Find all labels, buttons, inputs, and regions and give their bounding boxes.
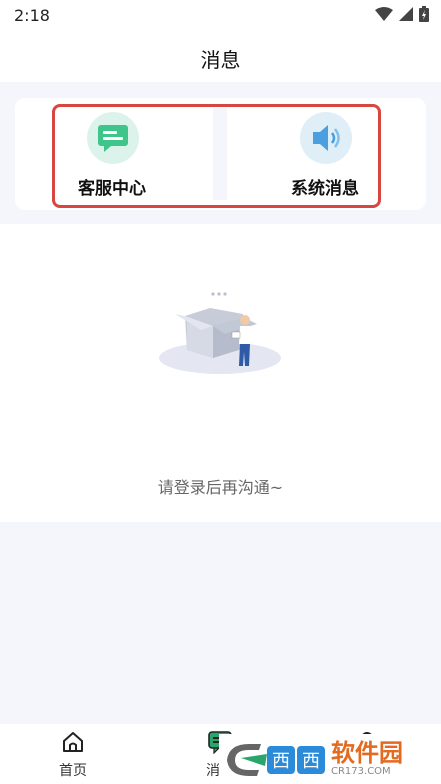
page-title: 消息 (200, 48, 241, 72)
signal-icon (399, 7, 413, 21)
empty-message: 请登录后再沟通~ (157, 478, 284, 497)
header: 消息 (0, 34, 441, 82)
home-icon (63, 732, 83, 752)
watermark-c-icon: 西 西 (227, 744, 325, 776)
wifi-icon (375, 7, 393, 21)
tab-home-label: 首页 (59, 763, 87, 779)
watermark-text: 软件园 (331, 739, 403, 767)
watermark-subtext: CR173.COM (331, 766, 391, 777)
watermark-logo: 西 西 软件园 CR173.COM (219, 734, 441, 784)
battery-icon (419, 6, 429, 22)
tab-home[interactable]: 首页 (43, 730, 103, 780)
status-icons (375, 6, 429, 22)
empty-state: 请登录后再沟通~ (0, 224, 441, 522)
status-time: 2:18 (14, 6, 50, 25)
status-bar: 2:18 (0, 0, 441, 34)
empty-box-illustration (159, 292, 281, 374)
svg-text:西: 西 (302, 751, 320, 772)
highlight-box (52, 104, 381, 208)
svg-text:西: 西 (272, 751, 290, 772)
